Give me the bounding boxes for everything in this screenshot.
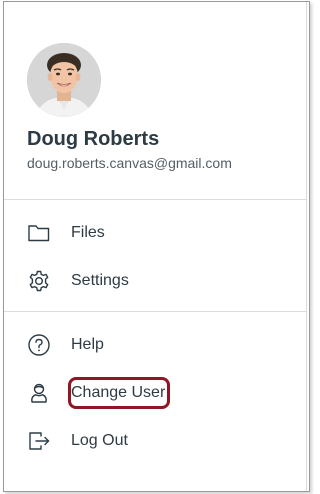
user-icon	[27, 381, 51, 405]
menu-item-help[interactable]: Help	[4, 325, 307, 365]
user-menu-panel: Doug Roberts doug.roberts.canvas@gmail.c…	[3, 1, 310, 492]
menu-item-log-out[interactable]: Log Out	[4, 421, 307, 461]
logout-icon	[27, 429, 51, 453]
menu-item-files[interactable]: Files	[4, 213, 307, 253]
divider	[4, 311, 307, 312]
user-email: doug.roberts.canvas@gmail.com	[27, 155, 232, 171]
avatar	[27, 43, 101, 117]
divider	[4, 199, 307, 200]
menu-label-settings: Settings	[71, 272, 129, 289]
change-user-highlight	[68, 377, 170, 409]
menu-label-log-out: Log Out	[71, 432, 128, 449]
menu-label-help: Help	[71, 336, 104, 353]
help-icon	[27, 333, 51, 357]
menu-item-settings[interactable]: Settings	[4, 261, 307, 301]
gear-icon	[27, 269, 51, 293]
user-name: Doug Roberts	[27, 128, 160, 150]
menu-label-files: Files	[71, 224, 105, 241]
folder-icon	[27, 221, 51, 245]
